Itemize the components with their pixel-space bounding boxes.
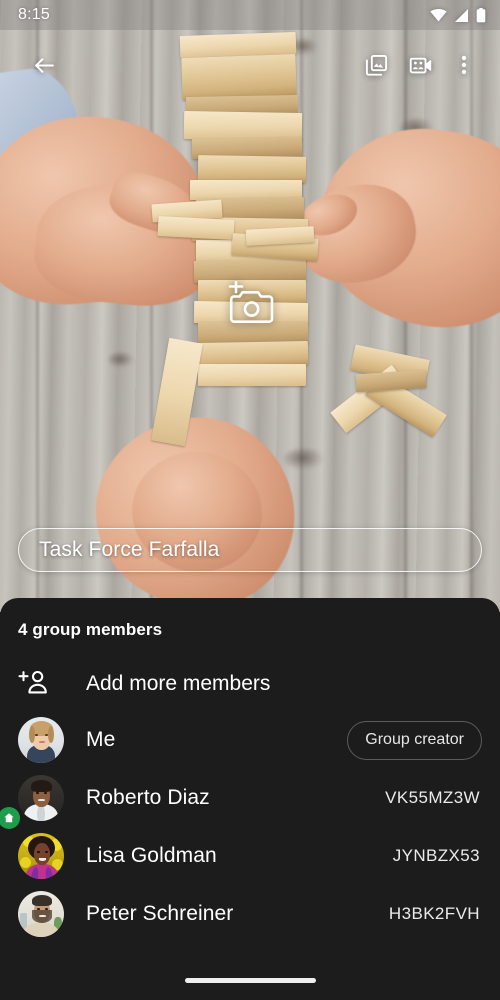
member-name: Roberto Diaz: [86, 786, 210, 809]
add-a-photo-icon: [226, 279, 274, 330]
add-more-members-label: Add more members: [86, 672, 271, 695]
home-badge-icon: [0, 807, 20, 829]
member-code: VK55MZ3W: [385, 788, 480, 807]
avatar: [18, 775, 64, 821]
add-photo-button[interactable]: [219, 277, 281, 333]
member-code: JYNBZX53: [392, 846, 480, 865]
status-time: 8:15: [18, 6, 50, 23]
back-button[interactable]: [22, 43, 66, 87]
status-bar: 8:15: [0, 0, 500, 30]
member-row[interactable]: Lisa Goldman JYNBZX53: [0, 827, 500, 885]
member-code: H3BK2FVH: [388, 904, 480, 923]
group-video-call-icon: [408, 53, 433, 78]
member-row[interactable]: Me Group creator: [0, 711, 500, 769]
member-name: Me: [86, 728, 116, 751]
person-add-icon: [18, 669, 64, 699]
group-creator-chip[interactable]: Group creator: [347, 720, 482, 760]
add-more-members-row[interactable]: Add more members: [0, 655, 500, 713]
more-vert-icon: [461, 53, 467, 77]
avatar: [18, 717, 64, 763]
avatar: [18, 833, 64, 879]
gallery-button[interactable]: [354, 43, 398, 87]
members-sheet: 4 group members Add more members Me Grou…: [0, 598, 500, 1000]
members-count-title: 4 group members: [18, 620, 163, 639]
home-gesture-pill[interactable]: [184, 977, 316, 983]
cellular-signal-icon: [454, 8, 469, 22]
group-details-screen: 8:15 Task Force Farfalla 4 group members…: [0, 0, 500, 1000]
video-call-button[interactable]: [398, 43, 442, 87]
wifi-icon: [430, 8, 447, 22]
group-name-value: Task Force Farfalla: [39, 538, 220, 561]
member-name: Lisa Goldman: [86, 844, 217, 867]
top-app-bar: [0, 30, 500, 100]
arrow-back-icon: [32, 53, 57, 78]
battery-icon: [476, 7, 486, 23]
member-row[interactable]: Peter Schreiner H3BK2FVH: [0, 885, 500, 943]
avatar: [18, 891, 64, 937]
system-navigation-bar: [0, 960, 500, 1000]
overflow-menu-button[interactable]: [442, 43, 486, 87]
member-name: Peter Schreiner: [86, 902, 234, 925]
member-row[interactable]: Roberto Diaz VK55MZ3W: [0, 769, 500, 829]
group-name-input[interactable]: Task Force Farfalla: [18, 528, 482, 572]
status-icons: [430, 7, 486, 23]
photo-library-icon: [364, 53, 389, 78]
